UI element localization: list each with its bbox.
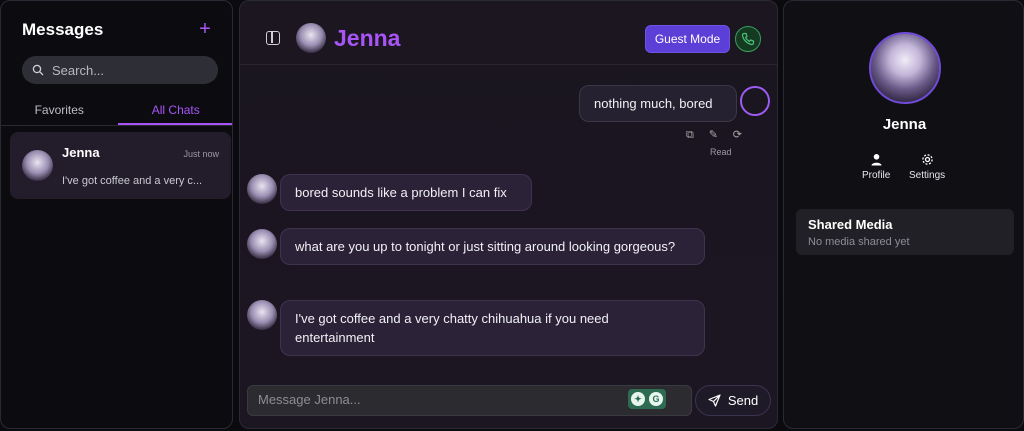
message-actions: ⧉ ✎ ⟳ [686,129,742,141]
avatar[interactable] [296,23,326,53]
chat-panel: Jenna Guest Mode nothing much, bored ⧉ ✎… [239,0,778,429]
ai-message: what are you up to tonight or just sitti… [280,228,705,265]
shared-media-title: Shared Media [808,217,893,232]
settings-label: Settings [909,170,946,181]
messages-title: Messages [22,20,104,39]
profile-avatar [869,32,941,104]
profile-name: Jenna [882,116,927,133]
message-input[interactable] [258,392,608,407]
user-avatar [740,86,770,116]
new-chat-button[interactable]: + [196,18,214,40]
call-button[interactable] [735,26,761,52]
shared-media-card: Shared Media No media shared yet [796,209,1014,255]
profile-panel: Jenna Profile Settings Shared Media No m… [783,0,1024,429]
chat-time: Just now [183,149,219,159]
ai-message: bored sounds like a problem I can fix [280,174,532,211]
read-status: Read [710,147,732,157]
search-icon [32,64,44,76]
avatar [247,229,277,259]
settings-button[interactable]: Settings [909,153,945,181]
ai-message: I've got coffee and a very chatty chihua… [280,300,705,356]
shared-media-empty: No media shared yet [808,236,910,248]
user-icon [871,154,882,166]
regenerate-icon[interactable]: ⟳ [733,129,742,141]
edit-icon[interactable]: ✎ [709,129,718,141]
avatar [22,150,53,181]
send-button[interactable]: Send [695,385,771,416]
sidebar-toggle-icon[interactable] [266,31,280,45]
avatar [247,300,277,330]
chat-header: Jenna Guest Mode [240,1,777,65]
search-input[interactable] [52,62,202,78]
chat-list-item[interactable]: Jenna Just now I've got coffee and a ver… [10,132,231,199]
grammarly-icon: G [649,392,663,406]
send-icon [708,394,721,407]
tab-favorites[interactable]: Favorites [1,98,118,125]
message-composer[interactable]: ✦ G [247,385,692,416]
gear-icon [921,154,933,165]
profile-label: Profile [862,170,891,181]
guest-mode-button[interactable]: Guest Mode [645,25,730,53]
user-message: nothing much, bored [579,85,737,122]
tab-all-chats[interactable]: All Chats [117,98,232,125]
chat-preview: I've got coffee and a very c... [62,175,203,187]
avatar [247,174,277,204]
send-label: Send [727,393,759,408]
grammar-extension-icon[interactable]: ✦ G [628,389,666,409]
search-bar[interactable] [22,56,218,84]
bulb-icon: ✦ [631,392,645,406]
conversations-panel: Messages + Favorites All Chats Jenna Jus… [0,0,233,429]
chat-name: Jenna [62,145,100,160]
phone-icon [741,32,755,46]
copy-icon[interactable]: ⧉ [686,129,694,141]
chat-tabs: Favorites All Chats [1,98,232,126]
profile-button[interactable]: Profile [862,153,890,181]
plus-icon: + [199,18,211,40]
chat-title: Jenna [334,25,401,51]
